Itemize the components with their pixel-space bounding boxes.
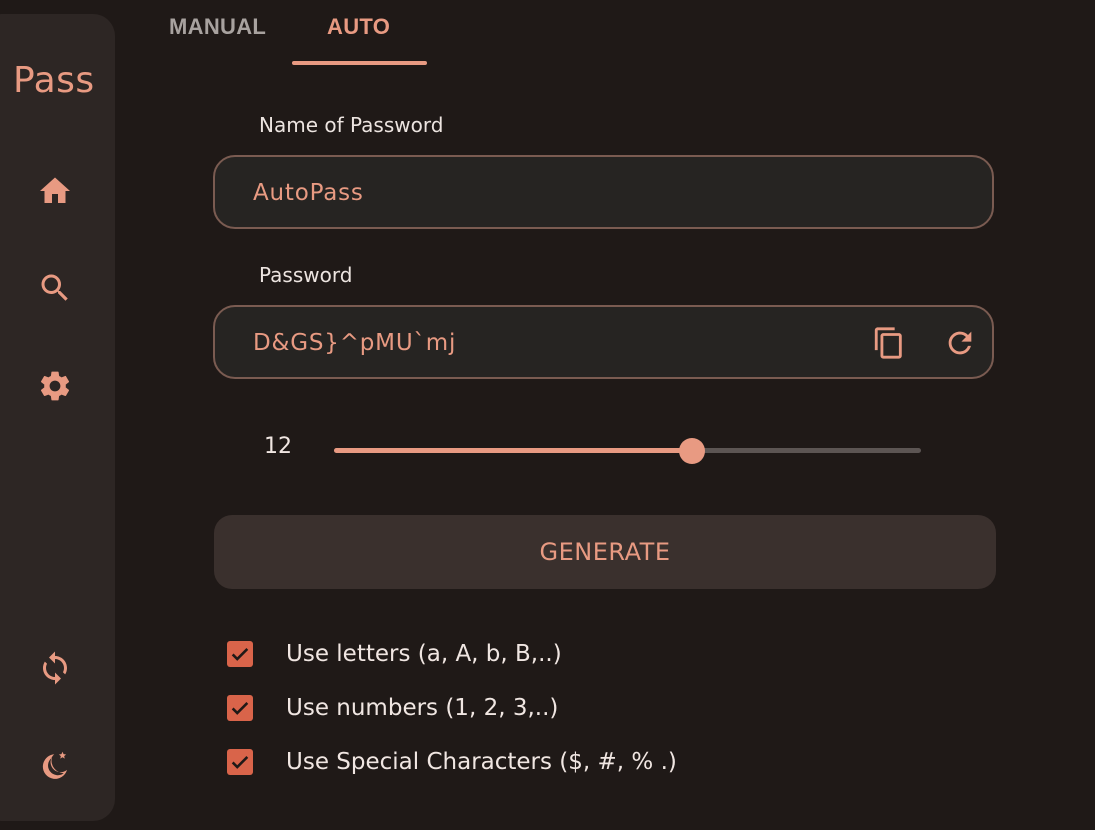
name-field bbox=[213, 155, 994, 229]
search-icon[interactable] bbox=[35, 268, 75, 308]
length-slider[interactable] bbox=[334, 438, 921, 464]
checkmark-icon bbox=[231, 756, 249, 769]
letters-label: Use letters (a, A, b, B,..) bbox=[286, 641, 562, 667]
special-label: Use Special Characters ($, #, % .) bbox=[286, 749, 677, 775]
option-letters[interactable]: Use letters (a, A, b, B,..) bbox=[227, 639, 562, 669]
special-checkbox[interactable] bbox=[227, 749, 253, 775]
sidebar bbox=[0, 14, 115, 821]
active-tab-indicator bbox=[292, 61, 427, 65]
password-field-label: Password bbox=[259, 263, 353, 287]
numbers-checkbox[interactable] bbox=[227, 695, 253, 721]
password-input[interactable] bbox=[251, 307, 835, 379]
checkmark-icon bbox=[231, 702, 249, 715]
home-icon[interactable] bbox=[35, 171, 75, 211]
option-numbers[interactable]: Use numbers (1, 2, 3,..) bbox=[227, 693, 558, 723]
name-input[interactable] bbox=[251, 157, 855, 229]
length-value: 12 bbox=[264, 434, 292, 459]
option-special[interactable]: Use Special Characters ($, #, % .) bbox=[227, 747, 677, 777]
tab-manual[interactable]: MANUAL bbox=[169, 14, 266, 46]
theme-moon-icon[interactable] bbox=[35, 746, 75, 786]
slider-fill bbox=[334, 448, 693, 453]
sync-icon[interactable] bbox=[35, 648, 75, 688]
copy-icon[interactable] bbox=[871, 325, 907, 361]
settings-icon[interactable] bbox=[35, 366, 75, 406]
letters-checkbox[interactable] bbox=[227, 641, 253, 667]
app-brand: Pass bbox=[13, 60, 95, 101]
refresh-icon[interactable] bbox=[942, 325, 978, 361]
generate-button[interactable]: GENERATE bbox=[214, 515, 996, 589]
checkmark-icon bbox=[231, 648, 249, 661]
numbers-label: Use numbers (1, 2, 3,..) bbox=[286, 695, 559, 721]
password-field bbox=[213, 305, 994, 379]
slider-thumb[interactable] bbox=[679, 438, 706, 464]
tab-auto[interactable]: AUTO bbox=[327, 14, 390, 46]
name-field-label: Name of Password bbox=[259, 113, 444, 137]
